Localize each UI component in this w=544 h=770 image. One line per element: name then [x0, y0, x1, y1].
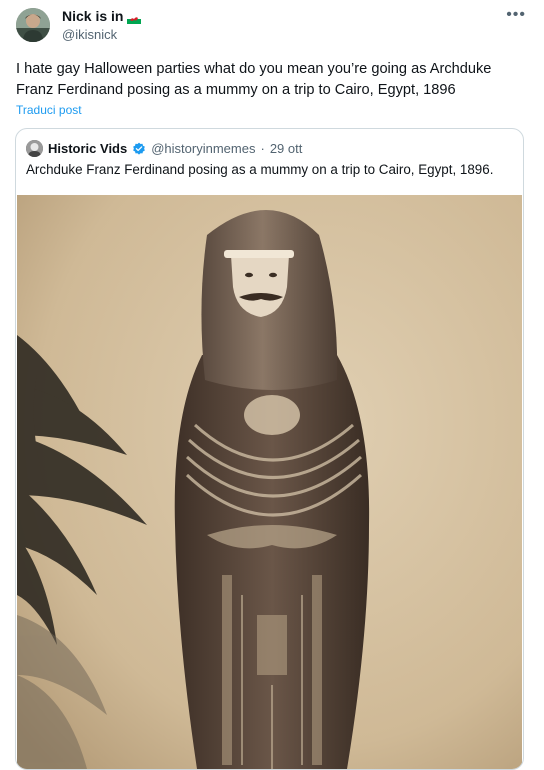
- quoted-tweet-header: Historic Vids @historyinmemes · 29 ott: [26, 140, 302, 157]
- verified-badge-icon: [132, 142, 146, 156]
- author-avatar[interactable]: [16, 8, 50, 42]
- translate-post-link[interactable]: Traduci post: [16, 103, 82, 117]
- quoted-tweet[interactable]: Historic Vids @historyinmemes · 29 ott A…: [15, 128, 524, 770]
- quoted-author-handle[interactable]: @historyinmemes: [151, 141, 255, 156]
- quoted-tweet-text: Archduke Franz Ferdinand posing as a mum…: [26, 162, 494, 177]
- tweet-text: I hate gay Halloween parties what do you…: [16, 59, 531, 101]
- wales-flag-icon: [127, 11, 142, 24]
- header-separator: ·: [260, 141, 265, 156]
- tweet: Nick is in @ikisnick ••• I hate gay Hall…: [0, 0, 544, 770]
- quoted-tweet-date[interactable]: 29 ott: [270, 141, 303, 156]
- tweet-text-line-1: I hate gay Halloween parties what do you…: [16, 61, 492, 77]
- more-icon[interactable]: •••: [506, 6, 526, 24]
- author-name-row: Nick is in: [62, 8, 142, 24]
- author-display-name[interactable]: Nick is in: [62, 8, 123, 24]
- quoted-tweet-photo[interactable]: [17, 195, 522, 769]
- quoted-author-avatar[interactable]: [26, 140, 43, 157]
- author-handle[interactable]: @ikisnick: [62, 27, 117, 42]
- quoted-author-name[interactable]: Historic Vids: [48, 141, 127, 156]
- tweet-text-line-2: Franz Ferdinand posing as a mummy on a t…: [16, 82, 456, 98]
